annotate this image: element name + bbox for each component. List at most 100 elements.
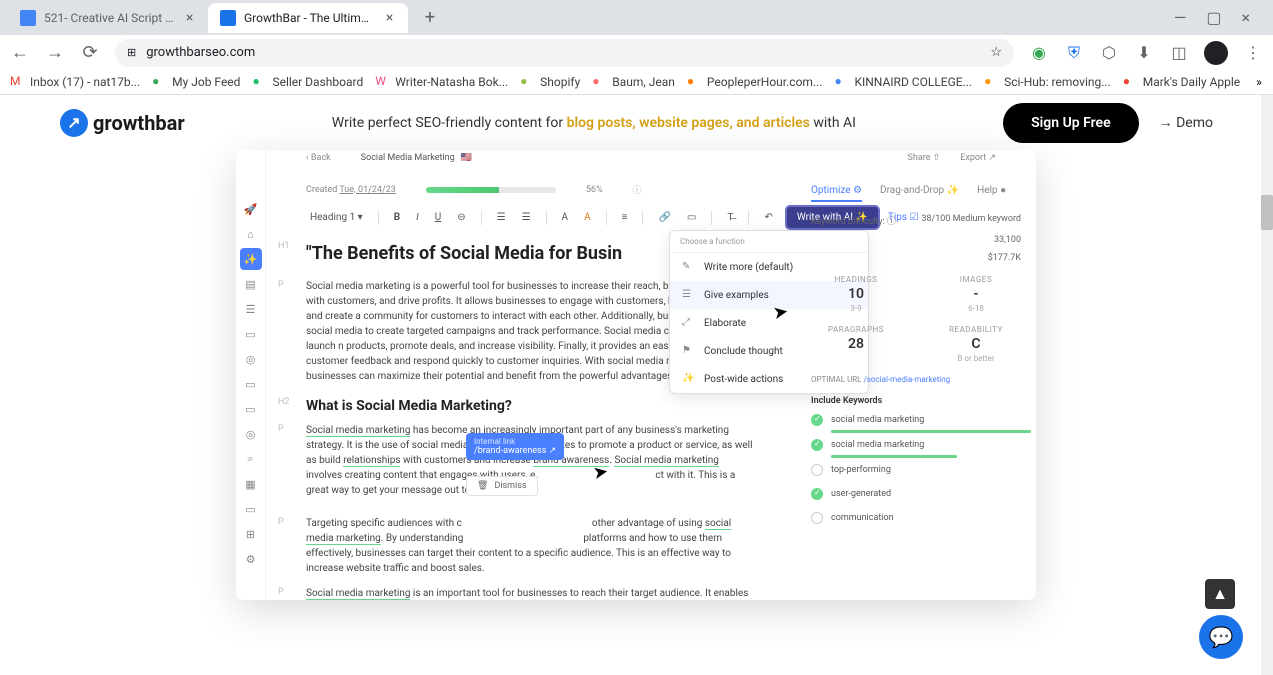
bookmark-item[interactable]: ●Baum, Jean bbox=[592, 74, 675, 90]
p-marker: P bbox=[278, 279, 284, 293]
stat-headings: HEADINGS 10 3-9 bbox=[811, 275, 901, 313]
keywords-header: Include Keywords bbox=[811, 396, 1021, 406]
undo-button[interactable]: ↶ bbox=[760, 210, 776, 225]
export-button[interactable]: Export ↗ bbox=[960, 153, 996, 163]
rocket-icon[interactable]: 🚀 bbox=[240, 198, 262, 220]
clear-button[interactable]: T̶ bbox=[723, 210, 737, 225]
bookmark-item[interactable]: ●Seller Dashboard bbox=[252, 74, 363, 90]
back-button[interactable]: ← bbox=[10, 43, 30, 63]
bold-button[interactable]: B bbox=[390, 210, 404, 225]
maximize-icon[interactable]: ▢ bbox=[1206, 8, 1221, 27]
keyword-highlight[interactable]: Social media marketing bbox=[306, 588, 410, 600]
bullet-list-button[interactable]: ☰ bbox=[493, 210, 510, 225]
star-icon[interactable]: ☆ bbox=[990, 45, 1002, 60]
tab-inactive[interactable]: 521- Creative AI Script Writers I × bbox=[8, 3, 208, 33]
color-button[interactable]: A bbox=[558, 210, 573, 225]
italic-button[interactable]: I bbox=[412, 210, 423, 225]
keyword-highlight[interactable]: Social media marketing bbox=[306, 425, 410, 437]
bookmarks-overflow[interactable]: » bbox=[1256, 75, 1262, 89]
align-button[interactable]: ≡ bbox=[618, 210, 632, 225]
close-icon[interactable]: × bbox=[383, 10, 396, 26]
keyword-item[interactable]: user-generated bbox=[811, 488, 1021, 500]
magic-icon[interactable]: ✨ bbox=[240, 248, 262, 270]
download-icon[interactable]: ⬇ bbox=[1134, 43, 1154, 63]
bookmark-item[interactable]: MInbox (17) - nat17b... bbox=[10, 74, 140, 90]
idea-icon[interactable]: ◎ bbox=[240, 348, 262, 370]
popup-url[interactable]: /brand-awareness ↗ bbox=[474, 446, 556, 456]
close-icon[interactable]: × bbox=[183, 10, 196, 26]
bookmark-item[interactable]: ●My Job Feed bbox=[152, 74, 240, 90]
chat-button[interactable]: 💬 bbox=[1199, 615, 1243, 659]
signup-button[interactable]: Sign Up Free bbox=[1003, 103, 1139, 143]
keyword-item[interactable]: social media marketing bbox=[811, 414, 1021, 426]
note-icon[interactable]: ▭ bbox=[240, 398, 262, 420]
demo-link[interactable]: → Demo bbox=[1159, 114, 1213, 131]
bookmark-item[interactable]: ●PeopleperHour.com... bbox=[687, 74, 823, 90]
close-window-icon[interactable]: × bbox=[1241, 8, 1250, 27]
tab-drag-drop[interactable]: Drag-and-Drop ✨ bbox=[880, 185, 959, 202]
heading-2[interactable]: What is Social Media Marketing? bbox=[306, 396, 756, 417]
number-list-button[interactable]: ☰ bbox=[518, 210, 535, 225]
bookmark-item[interactable]: WWriter-Natasha Bok... bbox=[375, 74, 508, 90]
strike-button[interactable]: ⊖ bbox=[453, 210, 469, 225]
grid-icon[interactable]: ⊞ bbox=[240, 523, 262, 545]
tab-optimize[interactable]: Optimize ⚙ bbox=[811, 185, 862, 202]
home-icon[interactable]: ⌂ bbox=[240, 223, 262, 245]
info-icon[interactable]: ⓘ bbox=[633, 183, 642, 196]
keyword-item[interactable]: top-performing bbox=[811, 464, 1021, 476]
menu-icon[interactable]: ⋮ bbox=[1243, 43, 1263, 63]
highlight-button[interactable]: A bbox=[580, 210, 595, 225]
meta-row: Created Tue, 01/24/23 56% ⓘ bbox=[306, 183, 796, 196]
extension-icon[interactable]: ◉ bbox=[1029, 43, 1049, 63]
target-icon[interactable]: ◎ bbox=[240, 423, 262, 445]
scroll-top-button[interactable]: ▲ bbox=[1205, 579, 1235, 609]
reload-button[interactable]: ⟳ bbox=[80, 43, 100, 63]
heading-dropdown[interactable]: Heading 1 ▾ bbox=[306, 210, 367, 225]
doc-icon[interactable]: ▤ bbox=[240, 273, 262, 295]
extension-icon[interactable]: ⛨ bbox=[1064, 43, 1084, 63]
site-info-icon[interactable]: ⊞ bbox=[127, 46, 136, 59]
profile-avatar[interactable] bbox=[1204, 41, 1228, 65]
underline-button[interactable]: U bbox=[431, 210, 445, 225]
site-header: ↗ growthbar Write perfect SEO-friendly c… bbox=[0, 95, 1273, 150]
search-icon[interactable]: ⌕ bbox=[240, 448, 262, 470]
logo[interactable]: ↗ growthbar bbox=[60, 109, 185, 137]
card-icon[interactable]: ▭ bbox=[240, 373, 262, 395]
bookmark-item[interactable]: ●Shopify bbox=[520, 74, 580, 90]
dismiss-popup[interactable]: 🗑 Dismiss bbox=[466, 476, 538, 496]
folder-icon[interactable]: ▭ bbox=[240, 498, 262, 520]
keyword-highlight[interactable]: Social media marketing bbox=[614, 455, 718, 467]
stat-paragraphs: PARAGRAPHS 28 bbox=[811, 325, 901, 363]
extensions-icon[interactable]: ⬡ bbox=[1099, 43, 1119, 63]
url-input[interactable]: ⊞ growthbarseo.com ☆ bbox=[115, 39, 1014, 67]
new-tab-button[interactable]: + bbox=[416, 4, 444, 32]
share-button[interactable]: Share ⇧ bbox=[908, 153, 941, 163]
address-bar: ← → ⟳ ⊞ growthbarseo.com ☆ ◉ ⛨ ⬡ ⬇ ◫ ⋮ bbox=[0, 35, 1273, 70]
back-link[interactable]: ‹ Back bbox=[306, 153, 331, 163]
scrollbar-track[interactable] bbox=[1261, 95, 1273, 675]
tab-active[interactable]: GrowthBar - The Ultimate AI W × bbox=[208, 3, 408, 33]
tab-help[interactable]: Help ● bbox=[977, 185, 1006, 202]
keyword-item[interactable]: communication bbox=[811, 512, 1021, 524]
header-actions: Sign Up Free → Demo bbox=[1003, 103, 1213, 143]
bookmark-item[interactable]: ●Sci-Hub: removing... bbox=[984, 74, 1111, 90]
link-button[interactable]: 🔗 bbox=[654, 210, 674, 225]
bookmark-item[interactable]: ●Mark's Daily Apple bbox=[1123, 74, 1240, 90]
chart-icon[interactable]: ▦ bbox=[240, 473, 262, 495]
image-icon[interactable]: ▭ bbox=[240, 323, 262, 345]
check-icon bbox=[811, 488, 823, 500]
internal-link-popup[interactable]: Internal link /brand-awareness ↗ bbox=[466, 433, 564, 460]
list-icon: ☰ bbox=[682, 289, 694, 301]
keyword-highlight[interactable]: relationships bbox=[343, 455, 400, 467]
keyword-item[interactable]: social media marketing bbox=[811, 439, 1021, 451]
list-icon[interactable]: ☰ bbox=[240, 298, 262, 320]
minimize-icon[interactable]: — bbox=[1174, 8, 1187, 27]
stat-grid: PARAGRAPHS 28 READABILITY C B or better bbox=[811, 325, 1021, 363]
forward-button[interactable]: → bbox=[45, 43, 65, 63]
image-button[interactable]: ▭ bbox=[683, 210, 700, 225]
bookmark-item[interactable]: ●KINNAIRD COLLEGE... bbox=[834, 74, 972, 90]
settings-icon[interactable]: ⚙ bbox=[240, 548, 262, 570]
sidepanel-icon[interactable]: ◫ bbox=[1169, 43, 1189, 63]
trash-icon: 🗑 bbox=[477, 481, 488, 491]
scrollbar-thumb[interactable] bbox=[1261, 195, 1273, 230]
